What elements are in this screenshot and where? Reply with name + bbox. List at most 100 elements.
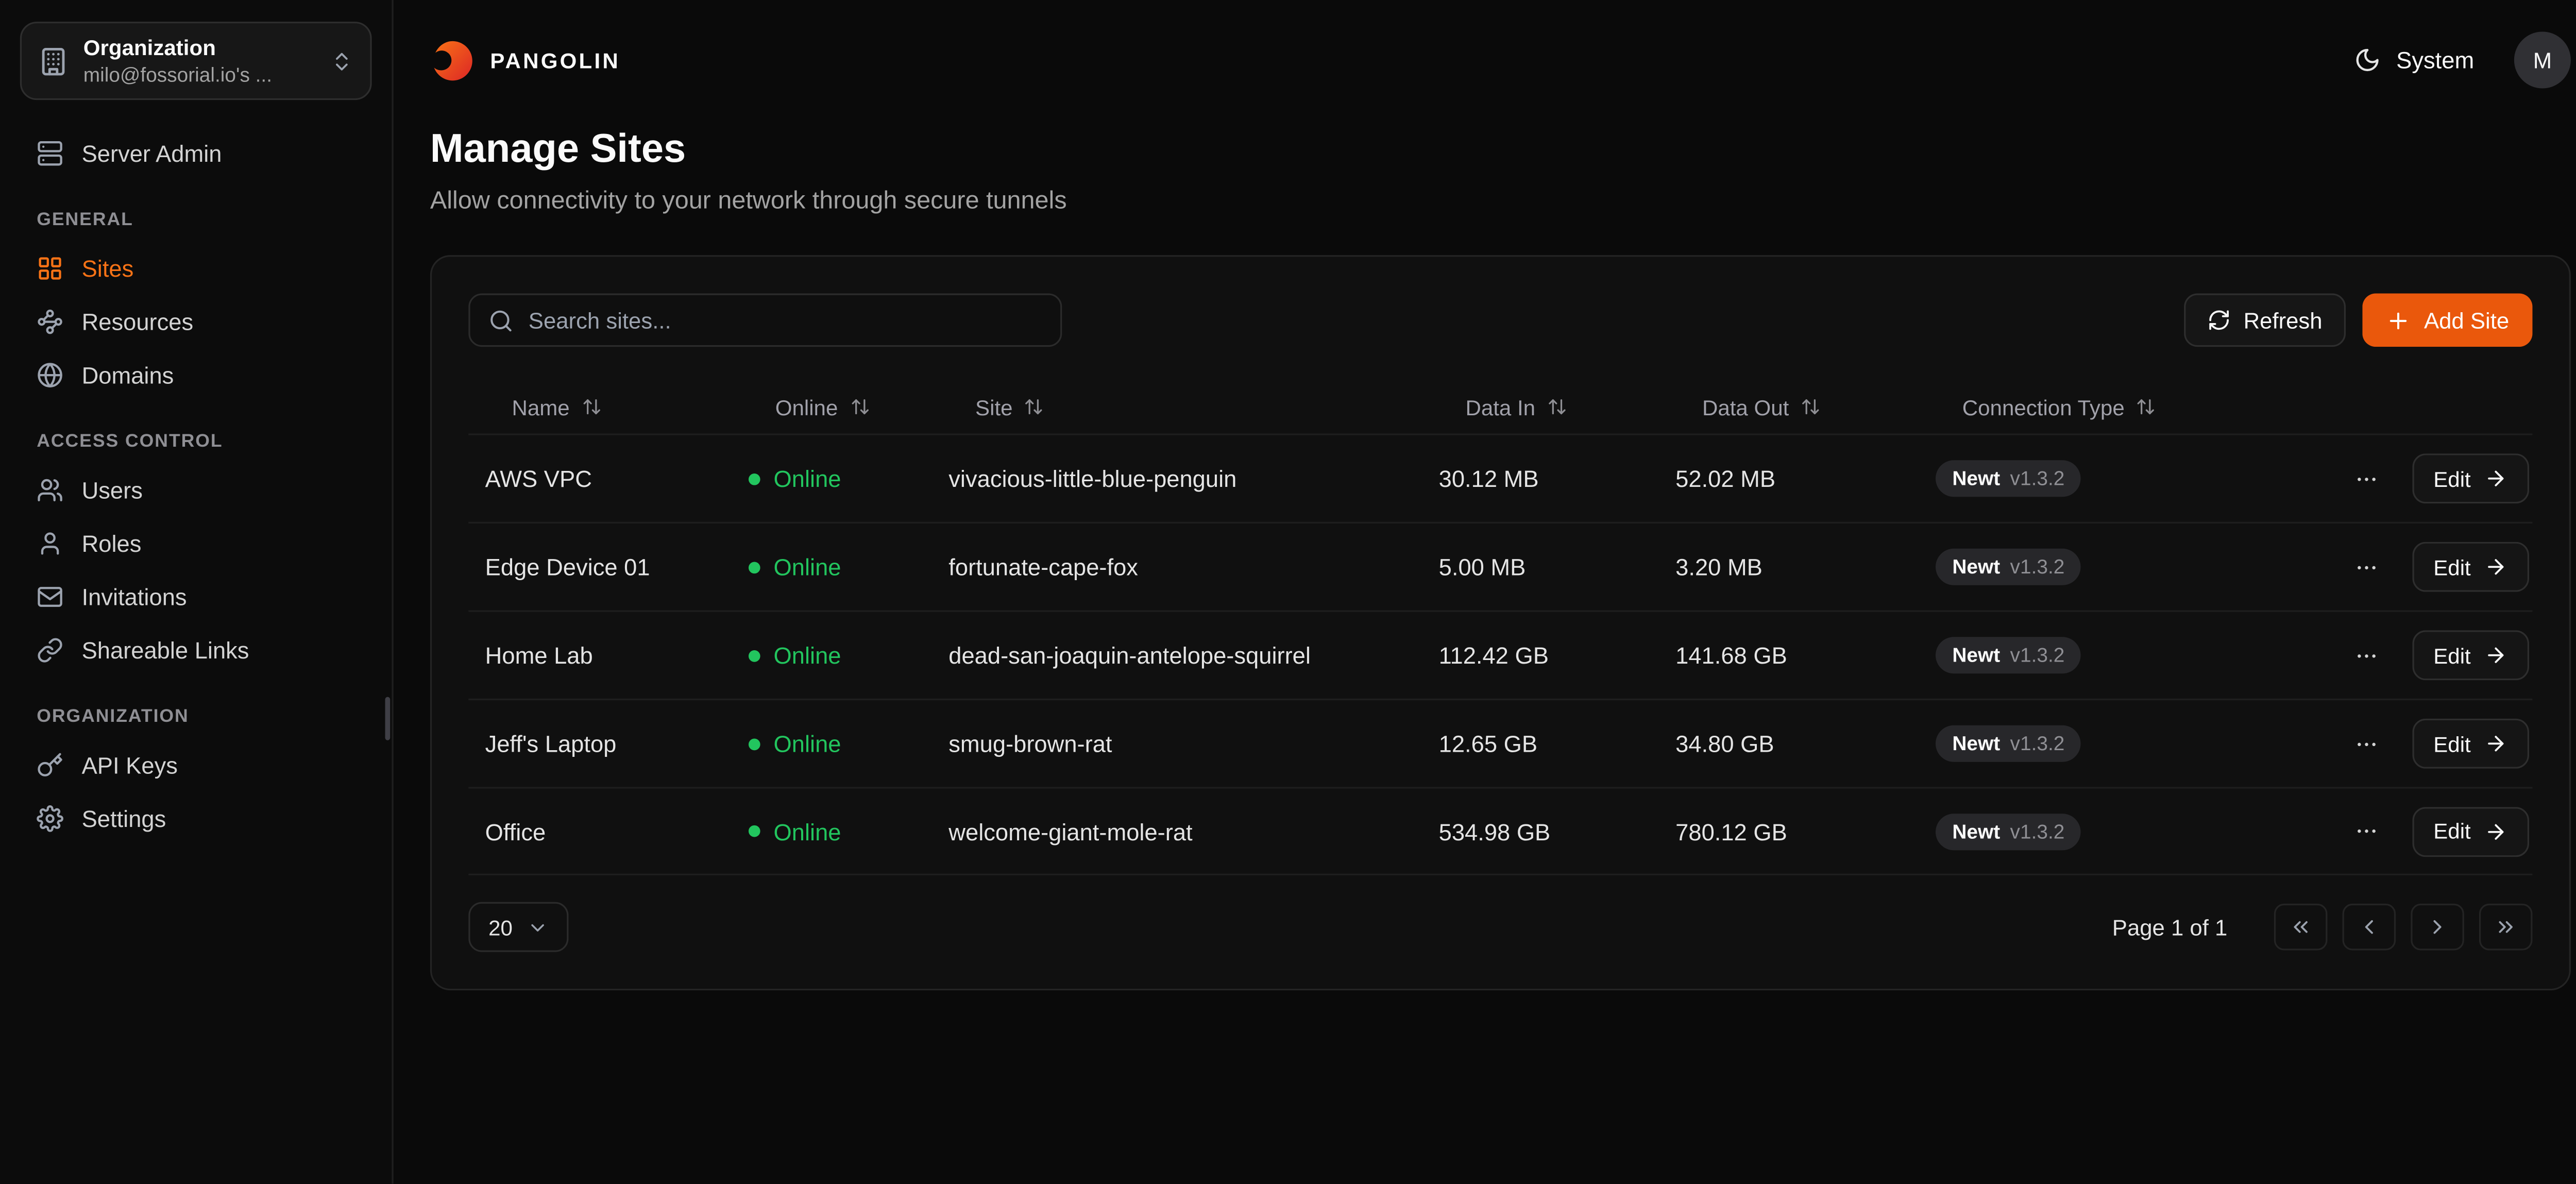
sidebar-item-users[interactable]: Users (20, 464, 372, 517)
arrow-up-down-icon (2136, 397, 2156, 417)
column-header-name[interactable]: Name (468, 394, 732, 419)
online-dot-icon (749, 738, 760, 750)
avatar[interactable]: M (2514, 31, 2571, 88)
edit-button[interactable]: Edit (2412, 542, 2529, 592)
sidebar-item-settings[interactable]: Settings (20, 792, 372, 845)
sidebar-item-label: Domains (82, 362, 174, 388)
theme-toggle[interactable]: System (2354, 47, 2474, 74)
site-online-cell: Online (732, 818, 932, 844)
sidebar-scrollbar[interactable] (385, 697, 391, 740)
data-in-cell: 30.12 MB (1422, 465, 1659, 492)
data-in-cell: 5.00 MB (1422, 553, 1659, 580)
sidebar-item-shareable-links[interactable]: Shareable Links (20, 623, 372, 677)
connection-type-badge: Newt v1.3.2 (1936, 460, 2081, 497)
sidebar-item-server-admin[interactable]: Server Admin (20, 127, 372, 180)
next-page-button[interactable] (2411, 904, 2464, 951)
refresh-label: Refresh (2244, 308, 2323, 333)
refresh-button[interactable]: Refresh (2183, 294, 2346, 347)
connection-type-cell: Newt v1.3.2 (1919, 725, 2349, 762)
data-out-cell: 52.02 MB (1659, 465, 1919, 492)
brand[interactable]: PANGOLIN (430, 38, 620, 82)
chevron-down-icon (528, 916, 549, 938)
site-id-cell: smug-brown-rat (932, 730, 1422, 757)
online-dot-icon (749, 649, 760, 661)
sidebar-item-domains[interactable]: Domains (20, 348, 372, 402)
add-site-button[interactable]: Add Site (2362, 294, 2532, 347)
page-content: Manage Sites Allow connectivity to your … (394, 120, 2576, 990)
link-icon (37, 637, 63, 664)
org-selector[interactable]: Organization milo@fossorial.io's ... (20, 22, 372, 100)
connection-type-badge: Newt v1.3.2 (1936, 637, 2081, 673)
sidebar-heading-access-control: ACCESS CONTROL (37, 432, 355, 452)
row-actions-button[interactable] (2349, 636, 2385, 674)
site-id-cell: vivacious-little-blue-penguin (932, 465, 1422, 492)
column-header-connection-type[interactable]: Connection Type (1919, 394, 2349, 419)
add-site-label: Add Site (2424, 308, 2509, 333)
arrow-right-icon (2484, 819, 2507, 842)
table-row: Edge Device 01 Online fortunate-cape-fox… (468, 522, 2532, 611)
sidebar: Organization milo@fossorial.io's ... Ser… (0, 0, 394, 1184)
sidebar-item-api-keys[interactable]: API Keys (20, 739, 372, 792)
site-name-cell: Home Lab (468, 642, 732, 669)
site-online-cell: Online (732, 553, 932, 580)
column-header-data-in[interactable]: Data In (1422, 394, 1659, 419)
table-row: Jeff's Laptop Online smug-brown-rat 12.6… (468, 699, 2532, 787)
toolbar-actions: Refresh Add Site (2183, 294, 2532, 347)
chevrons-left-icon (2289, 916, 2312, 939)
sidebar-item-label: Users (82, 477, 143, 503)
row-actions-button[interactable] (2349, 724, 2385, 763)
building-icon (38, 46, 68, 76)
row-actions-cell: Edit (2349, 542, 2533, 592)
sidebar-item-label: Resources (82, 309, 194, 335)
users-icon (37, 477, 63, 503)
globe-icon (37, 362, 63, 388)
last-page-button[interactable] (2479, 904, 2533, 951)
arrow-up-down-icon (850, 397, 870, 417)
sidebar-item-roles[interactable]: Roles (20, 517, 372, 570)
row-actions-button[interactable] (2349, 812, 2385, 850)
edit-button[interactable]: Edit (2412, 719, 2529, 769)
sidebar-item-label: Server Admin (82, 140, 222, 167)
sidebar-item-label: Settings (82, 805, 166, 832)
plus-icon (2386, 308, 2411, 333)
sidebar-item-resources[interactable]: Resources (20, 295, 372, 349)
search-box (468, 294, 1062, 347)
first-page-button[interactable] (2274, 904, 2328, 951)
grid-icon (37, 255, 63, 282)
sidebar-heading-general: GENERAL (37, 210, 355, 230)
site-name-cell: Jeff's Laptop (468, 730, 732, 757)
arrow-right-icon (2484, 732, 2507, 755)
row-actions-button[interactable] (2349, 548, 2385, 586)
site-id-cell: welcome-giant-mole-rat (932, 818, 1422, 844)
site-name-cell: AWS VPC (468, 465, 732, 492)
page-size-select[interactable]: 20 (468, 902, 569, 952)
data-out-cell: 34.80 GB (1659, 730, 1919, 757)
page-indicator: Page 1 of 1 (2112, 915, 2227, 940)
edit-button[interactable]: Edit (2412, 630, 2529, 680)
edit-button[interactable]: Edit (2412, 453, 2529, 503)
row-actions-button[interactable] (2349, 460, 2385, 498)
site-id-cell: dead-san-joaquin-antelope-squirrel (932, 642, 1422, 669)
column-header-online[interactable]: Online (732, 394, 932, 419)
search-icon (488, 308, 514, 333)
site-name-cell: Edge Device 01 (468, 553, 732, 580)
previous-page-button[interactable] (2343, 904, 2396, 951)
server-icon (37, 140, 63, 167)
topbar-right: System M (2354, 31, 2571, 88)
edit-button[interactable]: Edit (2412, 806, 2529, 856)
sidebar-item-sites[interactable]: Sites (20, 242, 372, 295)
search-input[interactable] (529, 308, 1042, 333)
data-in-cell: 534.98 GB (1422, 818, 1659, 844)
pagination: Page 1 of 1 (2112, 904, 2533, 951)
column-header-data-out[interactable]: Data Out (1659, 394, 1919, 419)
waypoints-icon (37, 309, 63, 335)
gear-icon (37, 805, 63, 832)
data-in-cell: 112.42 GB (1422, 642, 1659, 669)
sidebar-item-invitations[interactable]: Invitations (20, 570, 372, 624)
online-dot-icon (749, 825, 760, 837)
sidebar-nav: Server Admin GENERAL Sites Resources (20, 127, 372, 845)
pangolin-logo-icon (430, 38, 475, 82)
arrow-up-down-icon (1024, 397, 1044, 417)
column-header-site[interactable]: Site (932, 394, 1422, 419)
site-online-cell: Online (732, 465, 932, 492)
